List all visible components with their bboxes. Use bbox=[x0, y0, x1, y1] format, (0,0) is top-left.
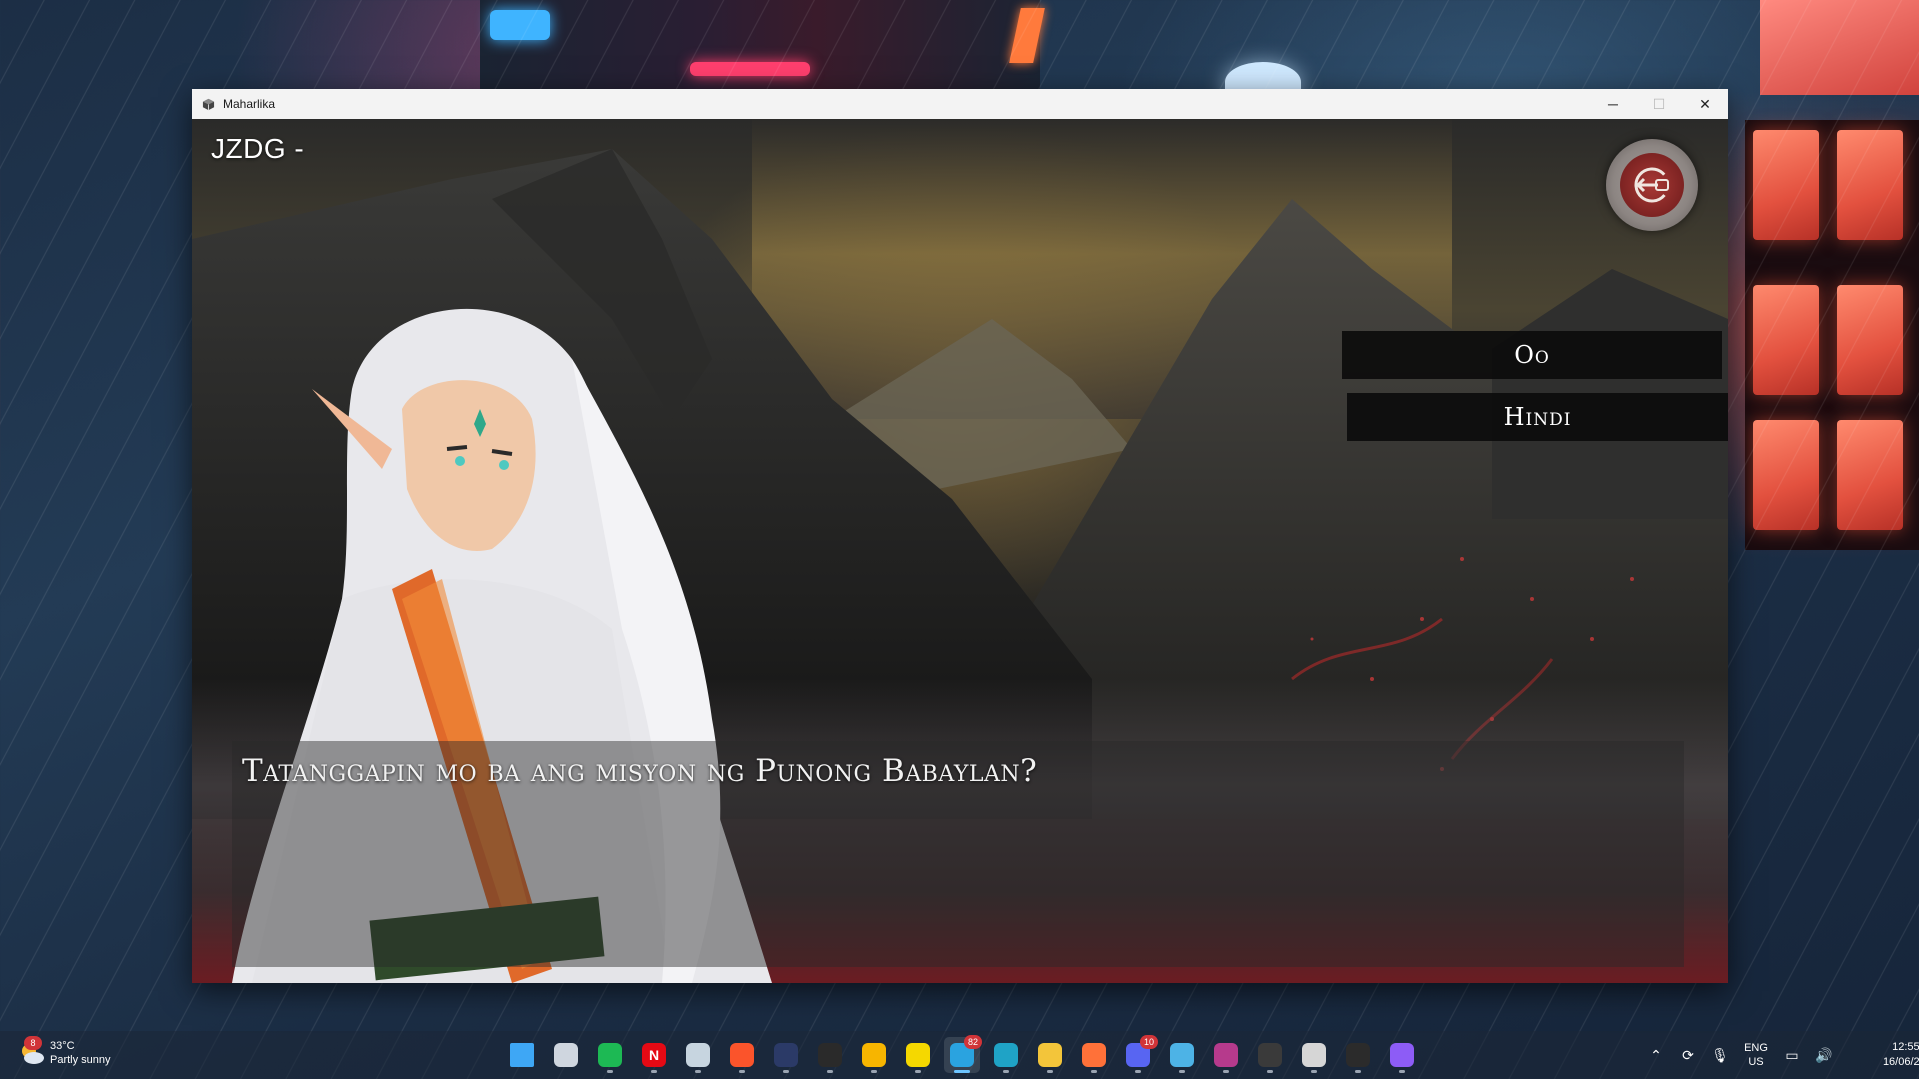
wallpaper-neon-structure bbox=[480, 0, 1045, 90]
sync-icon[interactable]: ⟳ bbox=[1672, 1047, 1704, 1064]
network-icon[interactable]: ▭ bbox=[1776, 1047, 1808, 1064]
running-indicator bbox=[651, 1070, 657, 1073]
app-cube-icon bbox=[201, 97, 215, 111]
media-player-icon[interactable] bbox=[1340, 1037, 1376, 1073]
edge-icon[interactable] bbox=[988, 1037, 1024, 1073]
close-button[interactable]: ✕ bbox=[1682, 89, 1728, 119]
running-indicator bbox=[1223, 1070, 1229, 1073]
language-code: ENG bbox=[1744, 1042, 1768, 1054]
discord-icon[interactable]: 10 bbox=[1120, 1035, 1158, 1073]
window-titlebar[interactable]: Maharlika ─ ☐ ✕ bbox=[192, 89, 1728, 119]
calculator-glyph bbox=[774, 1043, 798, 1067]
folder-icon[interactable] bbox=[1384, 1037, 1420, 1073]
running-indicator bbox=[695, 1070, 701, 1073]
winrar-glyph bbox=[1214, 1043, 1238, 1067]
minimize-button[interactable]: ─ bbox=[1590, 89, 1636, 119]
clock[interactable]: 12:55 pm 16/06/2025 bbox=[1848, 1040, 1919, 1070]
language-indicator[interactable]: ENG US bbox=[1736, 1041, 1776, 1069]
running-indicator bbox=[739, 1070, 745, 1073]
sketch-icon[interactable] bbox=[856, 1037, 892, 1073]
calculator-icon[interactable] bbox=[768, 1037, 804, 1073]
maximize-button[interactable]: ☐ bbox=[1636, 89, 1682, 119]
firefox-icon[interactable] bbox=[1076, 1037, 1112, 1073]
unity-glyph bbox=[1302, 1043, 1326, 1067]
chevron-up-icon[interactable]: ⌃ bbox=[1640, 1047, 1672, 1064]
file-explorer-glyph bbox=[1038, 1043, 1062, 1067]
running-indicator bbox=[1267, 1070, 1273, 1073]
sticky-notes-glyph bbox=[906, 1043, 930, 1067]
steam-icon[interactable] bbox=[680, 1037, 716, 1073]
weather-condition: Partly sunny bbox=[50, 1054, 111, 1066]
exit-menu-button[interactable] bbox=[1606, 139, 1698, 231]
volume-icon[interactable]: 🔊 bbox=[1808, 1047, 1840, 1064]
region-code: US bbox=[1748, 1056, 1764, 1068]
obs-icon[interactable] bbox=[1252, 1037, 1288, 1073]
netflix-icon[interactable]: N bbox=[636, 1037, 672, 1073]
weather-widget[interactable]: 8 33°C Partly sunny bbox=[18, 1036, 111, 1067]
window-title: Maharlika bbox=[223, 97, 276, 111]
running-indicator bbox=[1135, 1070, 1141, 1073]
task-view-icon[interactable] bbox=[548, 1037, 584, 1073]
running-indicator bbox=[1399, 1070, 1405, 1073]
dialog-box[interactable]: Tatanggapin mo ba ang misyon ng Punong B… bbox=[232, 741, 1684, 967]
weather-badge: 8 bbox=[24, 1036, 42, 1050]
start-glyph bbox=[510, 1043, 534, 1067]
task-view-glyph bbox=[554, 1043, 578, 1067]
winrar-icon[interactable] bbox=[1208, 1037, 1244, 1073]
file-explorer-icon[interactable] bbox=[1032, 1037, 1068, 1073]
media-player-glyph bbox=[1346, 1043, 1370, 1067]
running-indicator bbox=[1311, 1070, 1317, 1073]
choice-yes-button[interactable]: Oo bbox=[1342, 331, 1722, 379]
app-window: Maharlika ─ ☐ ✕ JZDG - Oo Hindi Tatangga… bbox=[192, 89, 1728, 983]
steam-glyph bbox=[686, 1043, 710, 1067]
folder-glyph bbox=[1390, 1043, 1414, 1067]
notification-badge: 10 bbox=[1140, 1035, 1158, 1049]
running-indicator bbox=[954, 1070, 970, 1073]
running-indicator bbox=[1003, 1070, 1009, 1073]
wallpaper-window-panes bbox=[1745, 120, 1919, 550]
start-icon[interactable] bbox=[504, 1037, 540, 1073]
microphone-icon[interactable]: 🎙 bbox=[1704, 1047, 1736, 1064]
dialog-text: Tatanggapin mo ba ang misyon ng Punong B… bbox=[242, 753, 1038, 789]
obs-glyph bbox=[1258, 1043, 1282, 1067]
running-indicator bbox=[783, 1070, 789, 1073]
system-tray: ⌃ ⟳ 🎙 ENG US ▭ 🔊 12:55 pm 16/06/2025 bbox=[1640, 1031, 1919, 1079]
taskbar: 8 33°C Partly sunny N 82 10 ⌃ ⟳ 🎙 ENG US ▭… bbox=[0, 1031, 1919, 1079]
epic-glyph bbox=[818, 1043, 842, 1067]
globe-glyph bbox=[1170, 1043, 1194, 1067]
spotify-icon[interactable] bbox=[592, 1037, 628, 1073]
sketch-glyph bbox=[862, 1043, 886, 1067]
choice-no-button[interactable]: Hindi bbox=[1347, 393, 1728, 441]
game-title: JZDG - bbox=[211, 133, 305, 164]
weather-temp: 33°C bbox=[50, 1040, 75, 1052]
wallpaper-red-wall bbox=[1760, 0, 1919, 95]
brave-glyph bbox=[730, 1043, 754, 1067]
exit-circle-icon bbox=[1634, 167, 1670, 203]
epic-icon[interactable] bbox=[812, 1037, 848, 1073]
clock-date: 16/06/2025 bbox=[1882, 1056, 1919, 1068]
taskbar-apps: N 82 10 bbox=[504, 1035, 1428, 1073]
edge-glyph bbox=[994, 1043, 1018, 1067]
running-indicator bbox=[1179, 1070, 1185, 1073]
game-scene: JZDG - Oo Hindi Tatanggapin mo ba ang mi… bbox=[192, 119, 1728, 983]
running-indicator bbox=[607, 1070, 613, 1073]
running-indicator bbox=[1355, 1070, 1361, 1073]
running-indicator bbox=[827, 1070, 833, 1073]
spotify-glyph bbox=[598, 1043, 622, 1067]
brave-icon[interactable] bbox=[724, 1037, 760, 1073]
sticky-notes-icon[interactable] bbox=[900, 1037, 936, 1073]
netflix-glyph: N bbox=[642, 1043, 666, 1067]
notification-badge: 82 bbox=[964, 1035, 982, 1049]
running-indicator bbox=[871, 1070, 877, 1073]
globe-icon[interactable] bbox=[1164, 1037, 1200, 1073]
running-indicator bbox=[1047, 1070, 1053, 1073]
partly-sunny-icon: 8 bbox=[18, 1036, 46, 1067]
firefox-glyph bbox=[1082, 1043, 1106, 1067]
running-indicator bbox=[915, 1070, 921, 1073]
unity-icon[interactable] bbox=[1296, 1037, 1332, 1073]
running-indicator bbox=[1091, 1070, 1097, 1073]
telegram-icon[interactable]: 82 bbox=[944, 1035, 982, 1073]
clock-time: 12:55 pm bbox=[1892, 1041, 1919, 1053]
